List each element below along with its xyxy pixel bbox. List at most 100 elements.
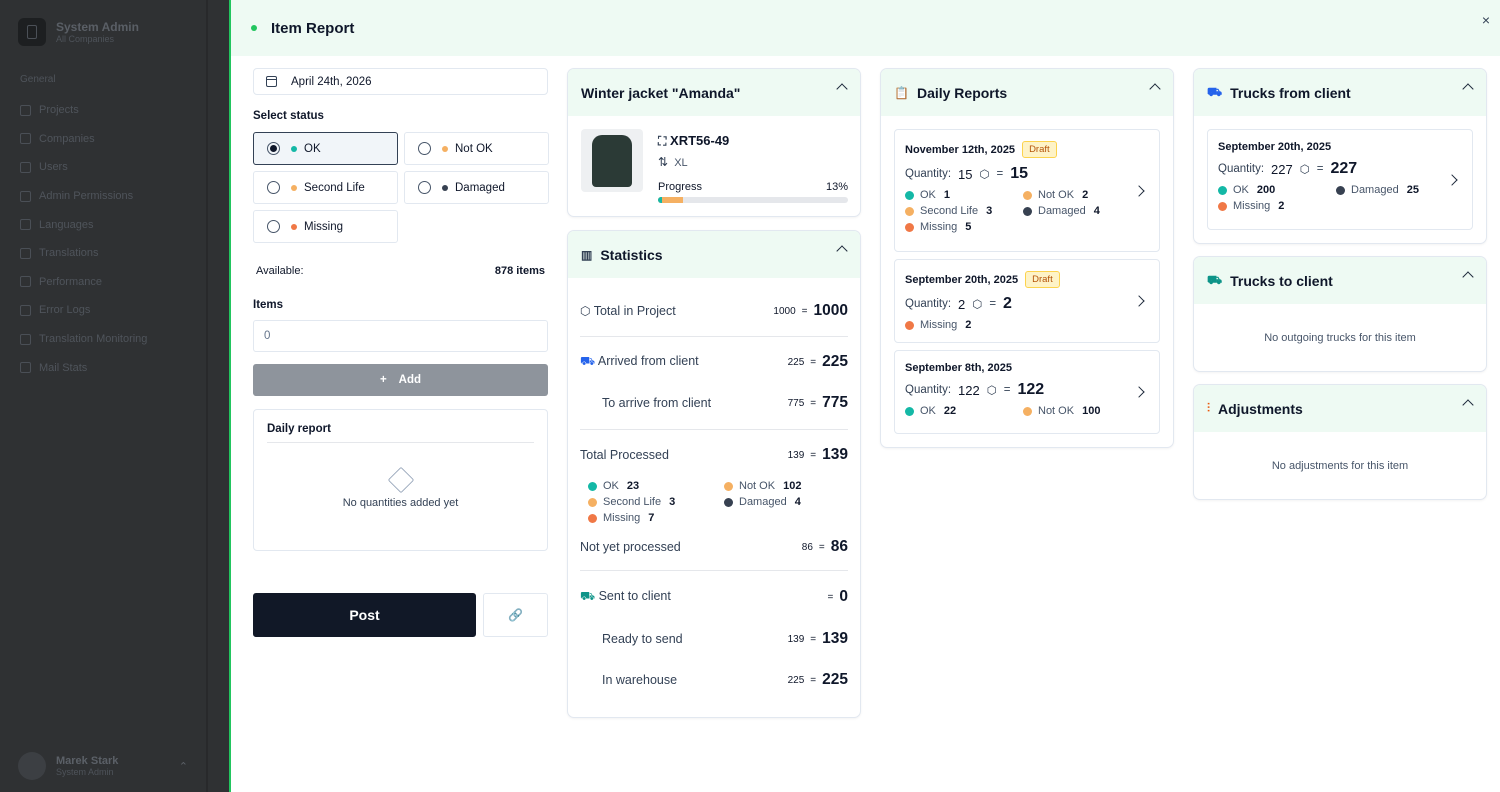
truck-item[interactable]: September 20th, 2025 Quantity: 227 ⬡ = 227 O…: [1207, 129, 1473, 230]
product-card: Winter jacket "Amanda" ⛶ XRT56-49 ⇅ XL P…: [567, 68, 861, 217]
truck-icon: ⛟: [580, 354, 596, 368]
alert-icon: [20, 304, 31, 316]
sidebar-item-projects[interactable]: Projects: [20, 96, 147, 125]
items-input[interactable]: 0: [253, 320, 548, 352]
package-icon: ⬡: [979, 169, 990, 181]
truck-icon: ⛟: [1207, 272, 1223, 287]
progress-value: 13%: [825, 181, 848, 193]
sidebar-item-companies[interactable]: Companies: [20, 125, 147, 154]
progress: Progress 13%: [658, 181, 848, 203]
trucks-to-header[interactable]: ⛟ Trucks to client: [1194, 257, 1486, 304]
package-icon: ⬡: [1299, 164, 1310, 176]
user-role: System Admin: [56, 767, 114, 777]
daily-report-item[interactable]: September 8th, 2025 Quantity: 122 ⬡ = 122 OK…: [894, 350, 1160, 434]
daily-report-item[interactable]: November 12th, 2025 Draft Quantity: 15 ⬡ = 15…: [894, 129, 1160, 252]
breakdown-damaged: Damaged 4: [724, 496, 844, 508]
chevron-up-icon[interactable]: [836, 83, 848, 95]
brand[interactable]: System Admin All Companies: [18, 18, 139, 46]
modal-title: Item Report: [271, 19, 355, 37]
sidebar-item-mail-stats[interactable]: Mail Stats: [20, 353, 147, 382]
chevron-up-icon[interactable]: [1462, 83, 1474, 95]
sidebar-item-performance[interactable]: Performance: [20, 268, 147, 297]
available-row: Available: 878 items: [253, 265, 548, 277]
sidebar-item-users[interactable]: Users: [20, 153, 147, 182]
empty-state: No outgoing trucks for this item: [1264, 332, 1416, 344]
close-icon[interactable]: ×: [1482, 12, 1490, 28]
users-icon: [20, 161, 31, 173]
stat-processed: Total Processed 139 = 139: [580, 446, 848, 463]
building-icon: [18, 18, 46, 46]
status-dot: [251, 25, 257, 31]
sidebar-item-admin-permissions[interactable]: Admin Permissions: [20, 182, 147, 211]
stat-ready: Ready to send 139 = 139: [602, 630, 848, 647]
statistics-card: ▥ Statistics ⬡ Total in Project 1000 = 1000 …: [567, 230, 861, 718]
brand-subtitle: All Companies: [56, 34, 115, 44]
chart-icon: [20, 362, 31, 374]
status-dot: [442, 184, 448, 191]
package-x-icon: [387, 466, 414, 494]
status-dot: [442, 145, 448, 152]
daily-reports-card: 📋 Daily Reports November 12th, 2025 Draft …: [880, 68, 1174, 448]
sidebar-item-translation-monitoring[interactable]: Translation Monitoring: [20, 325, 147, 354]
status-option-not-ok[interactable]: Not OK: [404, 132, 549, 165]
status-dot: [291, 184, 297, 191]
breakdown-missing: Missing 7: [588, 512, 724, 524]
sidebar-item-error-logs[interactable]: Error Logs: [20, 296, 147, 325]
product-name: Winter jacket "Amanda": [581, 84, 741, 101]
sidebar-item-translations[interactable]: Translations: [20, 239, 147, 268]
processed-breakdown: OK 23 Not OK 102 Second Life 3 Damaged 4 Mis…: [568, 480, 860, 524]
chevron-up-icon[interactable]: [1462, 271, 1474, 283]
add-button[interactable]: + Add: [253, 364, 548, 396]
daily-reports-header[interactable]: 📋 Daily Reports: [881, 69, 1173, 116]
breakdown-ok: OK 23: [588, 480, 724, 492]
trucks-from-client-card: ⛟ Trucks from client September 20th, 2025…: [1193, 68, 1487, 244]
avatar: [18, 752, 46, 780]
status-option-ok[interactable]: OK: [253, 132, 398, 165]
date-picker[interactable]: April 24th, 2026: [253, 68, 548, 95]
calendar-icon: [266, 76, 277, 87]
trucks-from-header[interactable]: ⛟ Trucks from client: [1194, 69, 1486, 116]
product-card-header[interactable]: Winter jacket "Amanda": [568, 69, 860, 116]
status-option-second-life[interactable]: Second Life: [253, 171, 398, 204]
daily-report-title: Daily report: [267, 423, 534, 443]
package-icon: ⬡: [580, 304, 591, 318]
chevron-up-icon[interactable]: [836, 245, 848, 257]
radio: [267, 142, 280, 155]
shield-icon: [20, 190, 31, 202]
package-icon: ⬡: [972, 299, 983, 311]
status-option-missing[interactable]: Missing: [253, 210, 398, 243]
sliders-icon: ⫶: [1207, 401, 1211, 415]
breakdown-second-life: Second Life 3: [588, 496, 724, 508]
stat-to-arrive: To arrive from client 775 = 775: [602, 394, 848, 411]
progress-fill: [658, 197, 683, 203]
divider: [206, 0, 208, 792]
activity-icon: [20, 276, 31, 288]
status-option-damaged[interactable]: Damaged: [404, 171, 549, 204]
sidebar-item-languages[interactable]: Languages: [20, 210, 147, 239]
globe-icon: [20, 219, 31, 231]
user-menu[interactable]: Marek Stark System Admin ⌃: [18, 752, 188, 780]
daily-report-item[interactable]: September 20th, 2025 Draft Quantity: 2 ⬡ = 2 …: [894, 259, 1160, 343]
statistics-header[interactable]: ▥ Statistics: [568, 231, 860, 278]
daily-report-panel: Daily report No quantities added yet: [253, 409, 548, 551]
available-value: 878 items: [494, 265, 545, 277]
stat-total: ⬡ Total in Project 1000 = 1000: [580, 302, 848, 319]
draft-badge: Draft: [1022, 141, 1057, 158]
status-options: OK Not OK Second Life Damaged Missing: [253, 132, 549, 243]
empty-state: No adjustments for this item: [1271, 460, 1409, 472]
post-button[interactable]: Post: [253, 593, 476, 637]
brand-title: System Admin: [56, 20, 139, 34]
translate-icon: [20, 247, 31, 259]
chevrons-updown-icon: ⌃: [178, 761, 188, 773]
stat-sent: ⛟ Sent to client = 0: [580, 588, 848, 605]
product-sku: ⛶ XRT56-49: [658, 133, 730, 148]
modal-header: Item Report ×: [231, 0, 1500, 56]
link-icon[interactable]: 🔗: [483, 593, 548, 637]
sidebar-nav: Projects Companies Users Admin Permissio…: [20, 96, 147, 382]
bar-chart-icon: ▥: [581, 247, 593, 262]
adjustments-header[interactable]: ⫶ Adjustments: [1194, 385, 1486, 432]
radio: [418, 181, 431, 194]
chevron-up-icon[interactable]: [1149, 83, 1161, 95]
report-form: April 24th, 2026 Select status OK Not OK…: [253, 68, 549, 637]
chevron-up-icon[interactable]: [1462, 399, 1474, 411]
